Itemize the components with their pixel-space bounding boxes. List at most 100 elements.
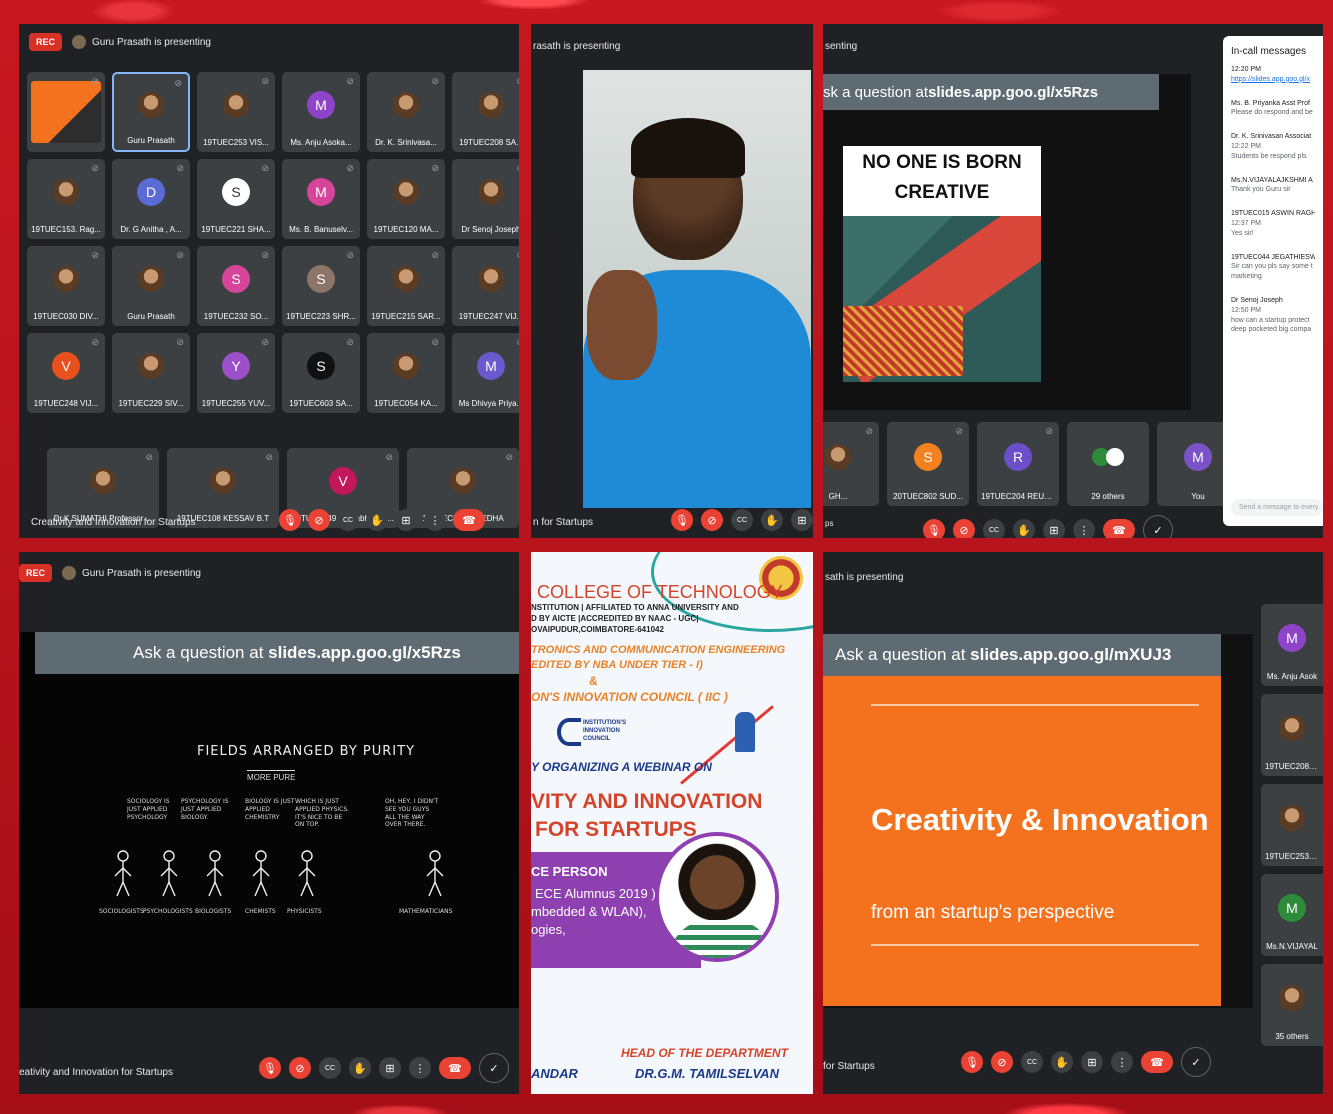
mic-muted-icon: ⊘	[145, 452, 153, 462]
stick-figure-icon	[113, 850, 133, 900]
check-icon[interactable]: ✓	[1181, 1047, 1211, 1077]
chat-link[interactable]: https://slides.app.goo.gl/x	[1231, 76, 1310, 83]
captions-button[interactable]: CC	[731, 509, 753, 531]
check-icon[interactable]: ✓	[1143, 515, 1173, 538]
participant-tile[interactable]: ⊘ Guru Prasath	[112, 246, 190, 326]
participant-tile[interactable]: Y ⊘ 19TUEC255 YUV...	[197, 333, 275, 413]
control-bar: 🎙 ⊘ CC ✋ ⊞ ⋮ ☎ ✓	[923, 512, 1323, 538]
participant-tile[interactable]: ⊘ Dr.K.SUMATHI Professor ...	[47, 448, 159, 528]
participant-tile[interactable]: M Ms. Anju Asok	[1261, 604, 1323, 686]
chat-sender: Dr Senoj Joseph	[1231, 296, 1283, 304]
chat-message: Dr Senoj Joseph 12:50 PM how can a startup…	[1231, 296, 1315, 335]
mic-muted-icon: ⊘	[346, 250, 354, 260]
participant-tile[interactable]: 19TUEC253 VIS	[1261, 784, 1323, 866]
end-call-button[interactable]: ☎	[439, 1057, 471, 1079]
raise-hand-button[interactable]: ✋	[366, 509, 388, 531]
top-bar: REC Guru Prasath is presenting	[19, 24, 519, 60]
chat-sender: 12:20 PM	[1231, 66, 1261, 73]
camera-off-button[interactable]: ⊘	[701, 509, 723, 531]
participant-tile[interactable]: M Ms.N.VIJAYAL	[1261, 874, 1323, 956]
ask-question-link[interactable]: slides.app.goo.gl/x5Rzs	[268, 643, 461, 663]
participant-tile[interactable]: ⊘ Guru Prasath	[112, 72, 190, 152]
participant-tile[interactable]: S ⊘ 19TUEC221 SHA...	[197, 159, 275, 239]
participant-tile[interactable]: 29 others	[1067, 422, 1149, 506]
participant-tile[interactable]: D ⊘ Dr. G Anitha , A...	[112, 159, 190, 239]
xkcd-quote: SOCIOLOGY IS JUST APPLIED PSYCHOLOGY	[127, 798, 170, 821]
participant-tile[interactable]: ⊘ Dr Senoj Joseph	[452, 159, 519, 239]
mic-off-button[interactable]: 🎙	[961, 1051, 983, 1073]
participant-tile[interactable]: S ⊘ 19TUEC223 SHR...	[282, 246, 360, 326]
more-options-button[interactable]: ⋮	[1111, 1051, 1133, 1073]
mic-off-button[interactable]: 🎙	[279, 509, 301, 531]
participant-tile[interactable]: M ⊘ Ms Dhivya Priya...	[452, 333, 519, 413]
participant-tile[interactable]: ⊘	[27, 72, 105, 152]
captions-button[interactable]: CC	[1021, 1051, 1043, 1073]
participant-tile[interactable]: 19TUEC208 SA	[1261, 694, 1323, 776]
crowd	[843, 306, 963, 376]
participant-tile[interactable]: ⊘ 19TUEC215 SAR...	[367, 246, 445, 326]
raise-hand-button[interactable]: ✋	[761, 509, 783, 531]
raise-hand-button[interactable]: ✋	[349, 1057, 371, 1079]
end-call-button[interactable]: ☎	[1103, 519, 1135, 538]
participant-name: 19TUEC221 SHA...	[201, 225, 271, 234]
mic-off-button[interactable]: 🎙	[923, 519, 945, 538]
chat-text: deep pocketed big compa	[1231, 326, 1312, 334]
mic-off-button[interactable]: 🎙	[259, 1057, 281, 1079]
raise-hand-button[interactable]: ✋	[1013, 519, 1035, 538]
dept-line-2: EDITED BY NBA UNDER TIER - I)	[531, 659, 703, 671]
present-button[interactable]: ⊞	[379, 1057, 401, 1079]
participant-tile[interactable]: ⊘ 19TUEC253 VIS...	[197, 72, 275, 152]
participant-tile[interactable]: ⊘ 19TUEC208 SA...	[452, 72, 519, 152]
mic-muted-icon: ⊘	[385, 452, 393, 462]
participant-tile[interactable]: S ⊘ 19TUEC603 SA...	[282, 333, 360, 413]
participant-tile[interactable]: ⊘ 19TUEC030 DIV...	[27, 246, 105, 326]
mic-muted-icon: ⊘	[261, 76, 269, 86]
participant-tile[interactable]: ⊘ GH...	[823, 422, 879, 506]
participant-tile[interactable]: ⊘ 19TUEC120 MA...	[367, 159, 445, 239]
participant-tile[interactable]: R ⊘ 19TUEC204 REUB...	[977, 422, 1059, 506]
more-options-button[interactable]: ⋮	[409, 1057, 431, 1079]
participant-tile[interactable]: 35 others	[1261, 964, 1323, 1046]
mic-muted-icon: ⊘	[431, 250, 439, 260]
participant-tile[interactable]: M ⊘ Ms. Anju Asoka...	[282, 72, 360, 152]
ask-question-link[interactable]: slides.app.goo.gl/x5Rzs	[928, 84, 1098, 101]
more-options-button[interactable]: ⋮	[1073, 519, 1095, 538]
camera-off-button[interactable]: ⊘	[289, 1057, 311, 1079]
mic-off-button[interactable]: 🎙	[671, 509, 693, 531]
camera-off-button[interactable]: ⊘	[953, 519, 975, 538]
captions-button[interactable]: CC	[319, 1057, 341, 1079]
camera-off-button[interactable]: ⊘	[308, 509, 330, 531]
mic-muted-icon: ⊘	[261, 337, 269, 347]
chat-panel: In-call messages 12:20 PM https://slides.…	[1223, 36, 1323, 526]
participant-tile[interactable]: ⊘ 19TUEC108 KESSAV B.T	[167, 448, 279, 528]
end-call-button[interactable]: ☎	[453, 509, 485, 531]
end-call-button[interactable]: ☎	[1141, 1051, 1173, 1073]
participant-tile[interactable]: ⊘ 19TUEC247 VIJ...	[452, 246, 519, 326]
avatar: S	[222, 178, 250, 206]
participant-name: 19TUEC054 KA...	[374, 399, 438, 408]
creative-line-2: CREATIVE	[894, 182, 990, 203]
participant-photo	[393, 353, 419, 379]
check-icon[interactable]: ✓	[479, 1053, 509, 1083]
participant-tile[interactable]: S ⊘ 19TUEC232 SO...	[197, 246, 275, 326]
participant-photo	[53, 266, 79, 292]
ask-question-link[interactable]: slides.app.goo.gl/mXUJ3	[970, 645, 1171, 665]
participant-tile[interactable]: ⊘ Dr. K. Srinivasa...	[367, 72, 445, 152]
present-button[interactable]: ⊞	[1043, 519, 1065, 538]
present-button[interactable]: ⊞	[791, 509, 813, 531]
captions-button[interactable]: CC	[337, 509, 359, 531]
present-button[interactable]: ⊞	[1081, 1051, 1103, 1073]
participant-tile[interactable]: ⊘ 19TUEC153. Rag...	[27, 159, 105, 239]
participant-tile[interactable]: ⊘ 19TUEC054 KA...	[367, 333, 445, 413]
present-button[interactable]: ⊞	[395, 509, 417, 531]
participant-name: Ms Dhivya Priya...	[458, 399, 519, 408]
participant-tile[interactable]: V ⊘ 19TUEC248 VIJ...	[27, 333, 105, 413]
captions-button[interactable]: CC	[983, 519, 1005, 538]
iic-logo-icon	[557, 718, 581, 746]
participant-tile[interactable]: S ⊘ 20TUEC802 SUD...	[887, 422, 969, 506]
participant-tile[interactable]: M ⊘ Ms. B. Banuselv...	[282, 159, 360, 239]
more-options-button[interactable]: ⋮	[424, 509, 446, 531]
participant-tile[interactable]: ⊘ 19TUEC229 SIV...	[112, 333, 190, 413]
camera-off-button[interactable]: ⊘	[991, 1051, 1013, 1073]
raise-hand-button[interactable]: ✋	[1051, 1051, 1073, 1073]
